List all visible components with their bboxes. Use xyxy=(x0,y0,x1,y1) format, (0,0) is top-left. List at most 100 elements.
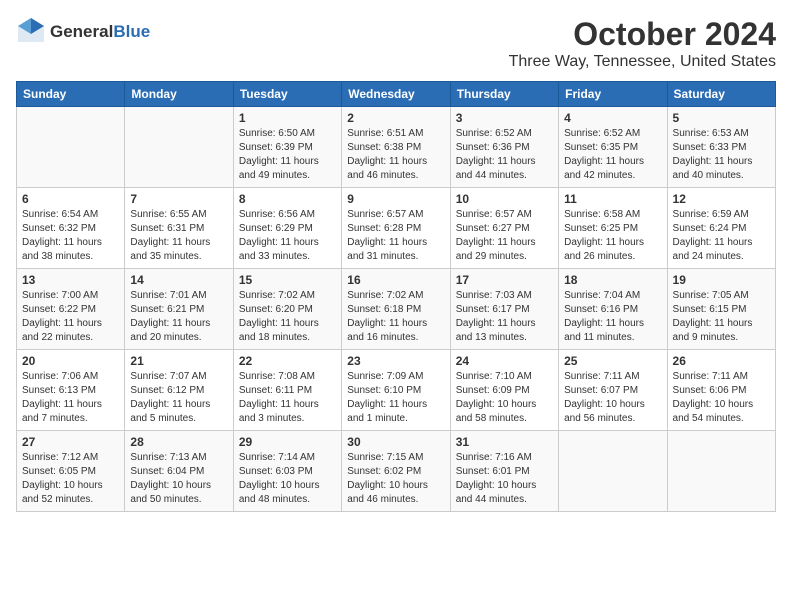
day-info: Sunrise: 7:09 AMSunset: 6:10 PMDaylight:… xyxy=(347,370,444,426)
day-number: 15 xyxy=(239,273,336,287)
day-number: 7 xyxy=(130,192,227,206)
day-number: 31 xyxy=(456,435,553,449)
calendar-cell: 11 Sunrise: 6:58 AMSunset: 6:25 PMDayligh… xyxy=(559,188,667,269)
day-number: 13 xyxy=(22,273,119,287)
calendar-week-row: 1 Sunrise: 6:50 AMSunset: 6:39 PMDaylight… xyxy=(17,107,776,188)
calendar-cell: 21 Sunrise: 7:07 AMSunset: 6:12 PMDayligh… xyxy=(125,350,233,431)
calendar-week-row: 13 Sunrise: 7:00 AMSunset: 6:22 PMDayligh… xyxy=(17,269,776,350)
column-header-monday: Monday xyxy=(125,82,233,107)
day-info: Sunrise: 7:15 AMSunset: 6:02 PMDaylight:… xyxy=(347,451,444,507)
calendar-cell: 10Sunrise: 6:57 AMSunset: 6:27 PMDayligh… xyxy=(450,188,558,269)
day-info: Sunrise: 7:00 AMSunset: 6:22 PMDaylight:… xyxy=(22,289,119,345)
day-number: 22 xyxy=(239,354,336,368)
title-block: October 2024 Three Way, Tennessee, Unite… xyxy=(509,16,776,71)
calendar-cell: 2 Sunrise: 6:51 AMSunset: 6:38 PMDaylight… xyxy=(342,107,450,188)
calendar-cell: 12 Sunrise: 6:59 AMSunset: 6:24 PMDayligh… xyxy=(667,188,775,269)
day-info: Sunrise: 7:02 AMSunset: 6:18 PMDaylight:… xyxy=(347,289,444,345)
day-number: 21 xyxy=(130,354,227,368)
day-number: 3 xyxy=(456,111,553,125)
calendar-cell xyxy=(17,107,125,188)
day-info: Sunrise: 7:07 AMSunset: 6:12 PMDaylight:… xyxy=(130,370,227,426)
calendar-cell: 7 Sunrise: 6:55 AMSunset: 6:31 PMDaylight… xyxy=(125,188,233,269)
day-info: Sunrise: 6:55 AMSunset: 6:31 PMDaylight:… xyxy=(130,208,227,264)
day-number: 29 xyxy=(239,435,336,449)
day-info: Sunrise: 6:53 AMSunset: 6:33 PMDaylight:… xyxy=(673,127,770,183)
day-number: 5 xyxy=(673,111,770,125)
calendar-cell: 22 Sunrise: 7:08 AMSunset: 6:11 PMDayligh… xyxy=(233,350,341,431)
calendar-cell: 14Sunrise: 7:01 AMSunset: 6:21 PMDayligh… xyxy=(125,269,233,350)
day-info: Sunrise: 6:52 AMSunset: 6:35 PMDaylight:… xyxy=(564,127,661,183)
page-header: GeneralBlue October 2024 Three Way, Tenn… xyxy=(16,16,776,71)
day-info: Sunrise: 6:58 AMSunset: 6:25 PMDaylight:… xyxy=(564,208,661,264)
day-info: Sunrise: 7:04 AMSunset: 6:16 PMDaylight:… xyxy=(564,289,661,345)
calendar-cell: 20 Sunrise: 7:06 AMSunset: 6:13 PMDayligh… xyxy=(17,350,125,431)
calendar-cell xyxy=(667,431,775,512)
day-info: Sunrise: 6:52 AMSunset: 6:36 PMDaylight:… xyxy=(456,127,553,183)
day-number: 19 xyxy=(673,273,770,287)
day-info: Sunrise: 7:14 AMSunset: 6:03 PMDaylight:… xyxy=(239,451,336,507)
calendar-cell xyxy=(559,431,667,512)
calendar-cell: 6 Sunrise: 6:54 AMSunset: 6:32 PMDaylight… xyxy=(17,188,125,269)
calendar-week-row: 6 Sunrise: 6:54 AMSunset: 6:32 PMDaylight… xyxy=(17,188,776,269)
calendar-cell: 30 Sunrise: 7:15 AMSunset: 6:02 PMDayligh… xyxy=(342,431,450,512)
day-number: 27 xyxy=(22,435,119,449)
day-number: 28 xyxy=(130,435,227,449)
day-number: 24 xyxy=(456,354,553,368)
day-info: Sunrise: 6:59 AMSunset: 6:24 PMDaylight:… xyxy=(673,208,770,264)
calendar-cell: 25 Sunrise: 7:11 AMSunset: 6:07 PMDayligh… xyxy=(559,350,667,431)
day-number: 12 xyxy=(673,192,770,206)
day-info: Sunrise: 7:13 AMSunset: 6:04 PMDaylight:… xyxy=(130,451,227,507)
day-number: 2 xyxy=(347,111,444,125)
day-number: 17 xyxy=(456,273,553,287)
column-header-wednesday: Wednesday xyxy=(342,82,450,107)
day-info: Sunrise: 7:10 AMSunset: 6:09 PMDaylight:… xyxy=(456,370,553,426)
day-info: Sunrise: 7:11 AMSunset: 6:07 PMDaylight:… xyxy=(564,370,661,426)
calendar-cell: 27 Sunrise: 7:12 AMSunset: 6:05 PMDayligh… xyxy=(17,431,125,512)
calendar-cell xyxy=(125,107,233,188)
day-number: 30 xyxy=(347,435,444,449)
day-number: 25 xyxy=(564,354,661,368)
day-number: 16 xyxy=(347,273,444,287)
day-info: Sunrise: 7:11 AMSunset: 6:06 PMDaylight:… xyxy=(673,370,770,426)
logo: GeneralBlue xyxy=(16,16,150,49)
calendar-table: SundayMondayTuesdayWednesdayThursdayFrid… xyxy=(16,81,776,512)
day-info: Sunrise: 7:01 AMSunset: 6:21 PMDaylight:… xyxy=(130,289,227,345)
day-number: 8 xyxy=(239,192,336,206)
day-info: Sunrise: 7:06 AMSunset: 6:13 PMDaylight:… xyxy=(22,370,119,426)
column-header-friday: Friday xyxy=(559,82,667,107)
calendar-cell: 17 Sunrise: 7:03 AMSunset: 6:17 PMDayligh… xyxy=(450,269,558,350)
location-title: Three Way, Tennessee, United States xyxy=(509,53,776,71)
day-info: Sunrise: 7:12 AMSunset: 6:05 PMDaylight:… xyxy=(22,451,119,507)
calendar-cell: 1 Sunrise: 6:50 AMSunset: 6:39 PMDaylight… xyxy=(233,107,341,188)
day-info: Sunrise: 7:02 AMSunset: 6:20 PMDaylight:… xyxy=(239,289,336,345)
day-number: 4 xyxy=(564,111,661,125)
day-info: Sunrise: 7:08 AMSunset: 6:11 PMDaylight:… xyxy=(239,370,336,426)
logo-icon xyxy=(16,16,46,44)
column-header-sunday: Sunday xyxy=(17,82,125,107)
calendar-cell: 28 Sunrise: 7:13 AMSunset: 6:04 PMDayligh… xyxy=(125,431,233,512)
calendar-header-row: SundayMondayTuesdayWednesdayThursdayFrid… xyxy=(17,82,776,107)
calendar-cell: 5 Sunrise: 6:53 AMSunset: 6:33 PMDaylight… xyxy=(667,107,775,188)
day-number: 6 xyxy=(22,192,119,206)
calendar-cell: 16 Sunrise: 7:02 AMSunset: 6:18 PMDayligh… xyxy=(342,269,450,350)
day-number: 11 xyxy=(564,192,661,206)
day-number: 20 xyxy=(22,354,119,368)
calendar-cell: 31 Sunrise: 7:16 AMSunset: 6:01 PMDayligh… xyxy=(450,431,558,512)
day-info: Sunrise: 7:16 AMSunset: 6:01 PMDaylight:… xyxy=(456,451,553,507)
calendar-cell: 8Sunrise: 6:56 AMSunset: 6:29 PMDaylight… xyxy=(233,188,341,269)
month-title: October 2024 xyxy=(509,16,776,53)
day-info: Sunrise: 6:54 AMSunset: 6:32 PMDaylight:… xyxy=(22,208,119,264)
day-info: Sunrise: 6:51 AMSunset: 6:38 PMDaylight:… xyxy=(347,127,444,183)
calendar-cell: 24 Sunrise: 7:10 AMSunset: 6:09 PMDayligh… xyxy=(450,350,558,431)
day-number: 26 xyxy=(673,354,770,368)
day-info: Sunrise: 7:03 AMSunset: 6:17 PMDaylight:… xyxy=(456,289,553,345)
day-info: Sunrise: 7:05 AMSunset: 6:15 PMDaylight:… xyxy=(673,289,770,345)
day-info: Sunrise: 6:57 AMSunset: 6:27 PMDaylight:… xyxy=(456,208,553,264)
calendar-cell: 15 Sunrise: 7:02 AMSunset: 6:20 PMDayligh… xyxy=(233,269,341,350)
column-header-tuesday: Tuesday xyxy=(233,82,341,107)
column-header-thursday: Thursday xyxy=(450,82,558,107)
day-number: 1 xyxy=(239,111,336,125)
day-info: Sunrise: 6:57 AMSunset: 6:28 PMDaylight:… xyxy=(347,208,444,264)
day-info: Sunrise: 6:50 AMSunset: 6:39 PMDaylight:… xyxy=(239,127,336,183)
calendar-week-row: 20 Sunrise: 7:06 AMSunset: 6:13 PMDayligh… xyxy=(17,350,776,431)
